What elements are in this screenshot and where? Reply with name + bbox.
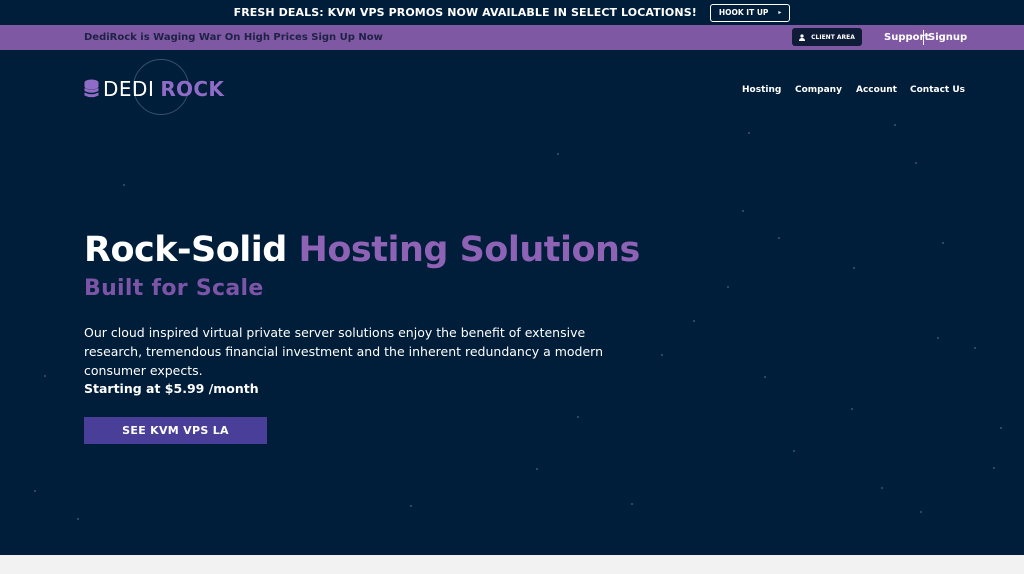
star-dot (661, 354, 663, 356)
hero-description: Our cloud inspired virtual private serve… (84, 325, 604, 378)
star-dot (742, 210, 744, 212)
starting-price: Starting at $5.99 /month (84, 381, 259, 396)
logo-text-dedi: DEDI (103, 77, 155, 101)
star-dot (778, 237, 780, 239)
hook-it-up-label: HOOK IT UP (718, 8, 769, 17)
user-icon (799, 33, 806, 41)
star-dot (920, 511, 922, 513)
star-dot (894, 124, 896, 126)
page-bottom-strip (0, 555, 1024, 574)
top-bar: DediRock is Waging War On High Prices Si… (0, 25, 1024, 50)
star-dot (1000, 427, 1002, 429)
see-kvm-vps-la-button[interactable]: SEE KVM VPS LA (84, 417, 267, 444)
client-area-label: CLIENT AREA (811, 33, 855, 41)
star-dot (937, 337, 939, 339)
star-dot (764, 376, 766, 378)
nav-company[interactable]: Company (795, 85, 842, 95)
star-dot (881, 487, 883, 489)
star-dot (77, 518, 79, 520)
star-dot (993, 467, 995, 469)
star-dot (793, 450, 795, 452)
nav-hosting[interactable]: Hosting (742, 85, 781, 95)
database-icon (84, 79, 99, 98)
hero-section: DEDI ROCK Hosting Company Account Contac… (0, 50, 1024, 555)
star-dot (557, 153, 559, 155)
star-dot (693, 320, 695, 322)
hero-title-white: Rock-Solid (84, 230, 287, 270)
star-dot (123, 184, 125, 186)
star-dot (853, 267, 855, 269)
client-area-button[interactable]: CLIENT AREA (792, 28, 862, 46)
star-dot (748, 132, 750, 134)
logo[interactable]: DEDI ROCK (84, 77, 224, 101)
hero-title-purple: Hosting Solutions (298, 230, 641, 270)
star-dot (410, 505, 412, 507)
signup-link[interactable]: Signup (928, 32, 967, 43)
hook-it-up-button[interactable]: HOOK IT UP ▸ (709, 3, 791, 22)
topbar-message[interactable]: DediRock is Waging War On High Prices Si… (84, 32, 383, 43)
star-dot (34, 490, 36, 492)
star-dot (577, 416, 579, 418)
promo-bar: FRESH DEALS: KVM VPS PROMOS NOW AVAILABL… (0, 0, 1024, 25)
star-dot (631, 503, 633, 505)
divider (923, 30, 924, 45)
hero-subtitle: Built for Scale (84, 276, 264, 301)
star-dot (536, 468, 538, 470)
star-dot (851, 408, 853, 410)
star-dot (727, 286, 729, 288)
promo-text: FRESH DEALS: KVM VPS PROMOS NOW AVAILABL… (233, 6, 697, 19)
caret-right-icon: ▸ (778, 9, 782, 16)
logo-text-rock: ROCK (160, 77, 225, 101)
star-dot (942, 242, 944, 244)
star-dot (915, 162, 917, 164)
hero-title: Rock-Solid Hosting Solutions (84, 230, 640, 270)
nav-contact-us[interactable]: Contact Us (910, 85, 965, 95)
star-dot (44, 375, 46, 377)
star-dot (974, 347, 976, 349)
nav-account[interactable]: Account (856, 85, 897, 95)
